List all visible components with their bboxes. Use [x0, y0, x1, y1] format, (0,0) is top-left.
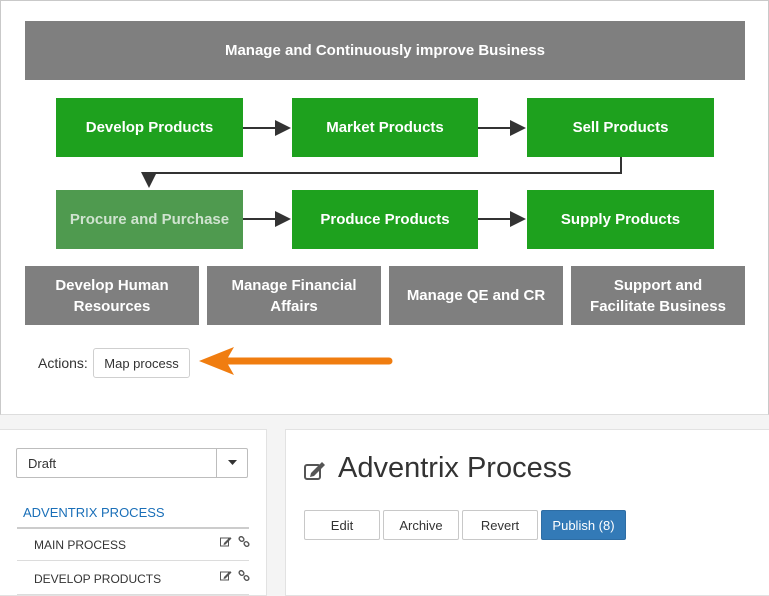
callout-arrow-icon	[199, 347, 393, 375]
status-select[interactable]: Draft	[16, 448, 248, 478]
revert-button[interactable]: Revert	[462, 510, 538, 540]
actions-label: Actions:	[38, 355, 88, 371]
publish-button[interactable]: Publish (8)	[541, 510, 626, 540]
tree-item-label: MAIN PROCESS	[34, 538, 127, 552]
sidebar-panel: Draft ADVENTRIX PROCESS MAIN PROCESS DEV…	[0, 429, 267, 596]
archive-button[interactable]: Archive	[383, 510, 459, 540]
tree-item-label: DEVELOP PRODUCTS	[34, 572, 162, 586]
link-icon[interactable]	[238, 570, 250, 582]
page-title: Adventrix Process	[338, 452, 572, 484]
tree-root-link[interactable]: ADVENTRIX PROCESS	[23, 505, 165, 520]
connector-arrow	[141, 157, 622, 188]
main-panel: Adventrix Process Edit Archive Revert Pu…	[285, 429, 769, 596]
chevron-down-icon[interactable]	[216, 449, 247, 477]
edit-button[interactable]: Edit	[304, 510, 380, 540]
edit-icon[interactable]	[304, 461, 326, 481]
tree-item[interactable]: DEVELOP PRODUCTS	[17, 562, 250, 595]
map-process-button[interactable]: Map process	[93, 348, 190, 378]
link-icon[interactable]	[238, 536, 250, 548]
edit-icon[interactable]	[220, 570, 232, 582]
status-select-value: Draft	[28, 456, 57, 471]
edit-icon[interactable]	[220, 536, 232, 548]
tree-item[interactable]: MAIN PROCESS	[17, 528, 250, 561]
